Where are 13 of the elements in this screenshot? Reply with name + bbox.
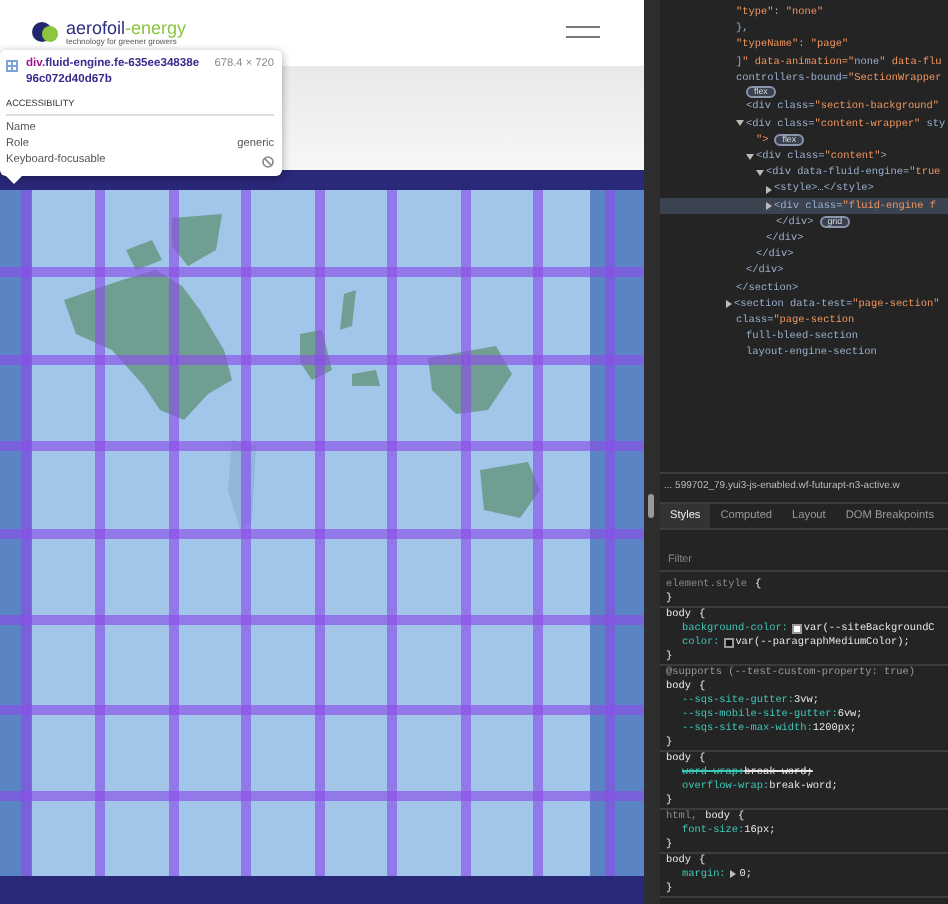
caret-down-icon[interactable] (746, 153, 754, 160)
caret-right-icon[interactable] (729, 870, 736, 879)
caret-down-icon[interactable] (756, 169, 764, 176)
color-swatch[interactable] (791, 623, 802, 634)
caret-down-icon[interactable] (736, 120, 744, 127)
caret-right-icon[interactable] (726, 299, 732, 308)
grid-icon (6, 60, 18, 72)
caret-right-icon[interactable] (766, 201, 772, 210)
scrollbar-thumb[interactable] (648, 494, 654, 518)
logo-text[interactable]: aerofoil-energy (66, 19, 187, 38)
logo-icon (32, 20, 58, 45)
menu-icon[interactable] (566, 26, 600, 39)
color-swatch[interactable] (723, 637, 734, 648)
